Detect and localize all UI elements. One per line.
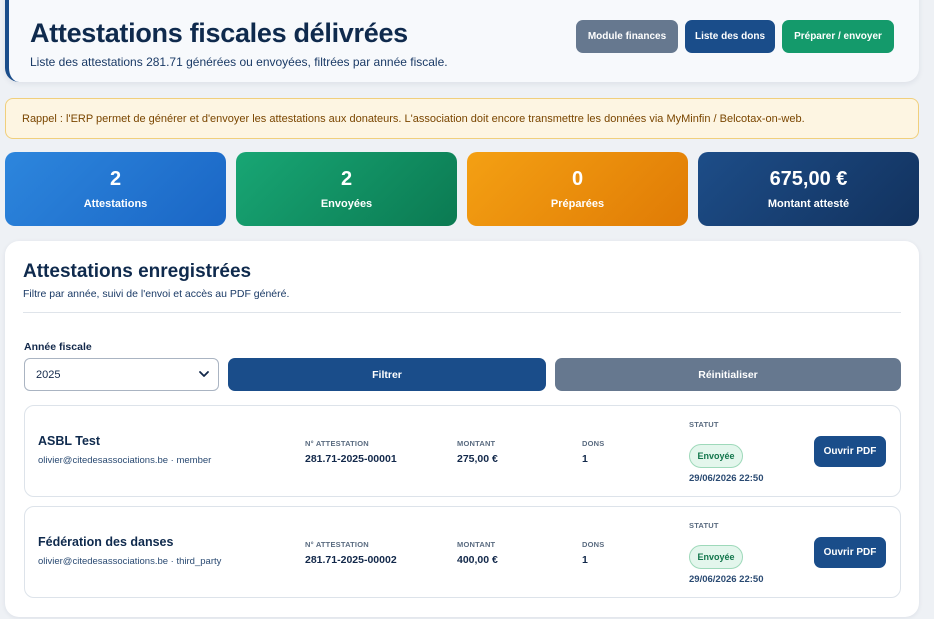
- divider: [23, 312, 901, 313]
- fiscal-year-value: 2025: [36, 368, 61, 381]
- filter-button[interactable]: Filtrer: [228, 358, 546, 391]
- attestation-number: 281.71-2025-00002: [305, 554, 397, 566]
- status-date: 29/06/2026 22:50: [689, 574, 764, 585]
- donor-name: ASBL Test: [38, 434, 101, 448]
- stat-value: 2: [340, 168, 353, 190]
- stat-value: 0: [571, 168, 584, 190]
- stat-label: Préparées: [550, 198, 605, 210]
- attestation-row: ASBL Test olivier@citedesassociations.be…: [24, 405, 901, 497]
- attestation-number: 281.71-2025-00001: [305, 453, 397, 465]
- donations-count: 1: [582, 453, 588, 465]
- status-badge: Envoyée: [689, 444, 743, 468]
- stat-label: Attestations: [83, 198, 148, 210]
- number-header: N° ATTESTATION: [305, 540, 369, 549]
- attestation-row: Fédération des danses olivier@citedesass…: [24, 506, 901, 598]
- stat-card-attestations: 2 Attestations: [5, 152, 226, 226]
- donor-email: olivier@citedesassociations.be · member: [38, 455, 212, 466]
- page-subtitle: Liste des attestations 281.71 générées o…: [30, 55, 448, 69]
- amount-header: MONTANT: [457, 540, 496, 549]
- donations-count: 1: [582, 554, 588, 566]
- reminder-notice: Rappel : l'ERP permet de générer et d'en…: [5, 98, 919, 139]
- stat-value: 675,00 €: [769, 168, 848, 190]
- status-date: 29/06/2026 22:50: [689, 473, 764, 484]
- open-pdf-button[interactable]: Ouvrir PDF: [814, 537, 886, 568]
- donations-header: DONS: [582, 439, 605, 448]
- donor-email: olivier@citedesassociations.be · third_p…: [38, 556, 222, 567]
- section-subtitle: Filtre par année, suivi de l'envoi et ac…: [23, 288, 290, 300]
- number-header: N° ATTESTATION: [305, 439, 369, 448]
- chevron-down-icon: [199, 371, 209, 377]
- prepare-send-button[interactable]: Préparer / envoyer: [782, 20, 894, 53]
- stat-card-amount: 675,00 € Montant attesté: [698, 152, 919, 226]
- section-title: Attestations enregistrées: [23, 261, 252, 282]
- finances-module-button[interactable]: Module finances: [576, 20, 678, 53]
- status-header: STATUT: [689, 521, 719, 530]
- donations-header: DONS: [582, 540, 605, 549]
- stat-card-prepared: 0 Préparées: [467, 152, 688, 226]
- attestation-amount: 275,00 €: [457, 453, 498, 465]
- open-pdf-button[interactable]: Ouvrir PDF: [814, 436, 886, 467]
- fiscal-year-label: Année fiscale: [24, 341, 92, 353]
- status-header: STATUT: [689, 420, 719, 429]
- reset-button[interactable]: Réinitialiser: [555, 358, 901, 391]
- fiscal-year-select[interactable]: 2025: [24, 358, 219, 391]
- stat-label: Montant attesté: [767, 198, 850, 210]
- status-badge: Envoyée: [689, 545, 743, 569]
- stat-card-sent: 2 Envoyées: [236, 152, 457, 226]
- donor-name: Fédération des danses: [38, 535, 174, 549]
- page-title: Attestations fiscales délivrées: [30, 18, 408, 48]
- attestation-amount: 400,00 €: [457, 554, 498, 566]
- stat-value: 2: [109, 168, 122, 190]
- stat-label: Envoyées: [320, 198, 373, 210]
- donations-list-button[interactable]: Liste des dons: [685, 20, 775, 53]
- attestations-card: Attestations enregistrées Filtre par ann…: [5, 241, 919, 617]
- amount-header: MONTANT: [457, 439, 496, 448]
